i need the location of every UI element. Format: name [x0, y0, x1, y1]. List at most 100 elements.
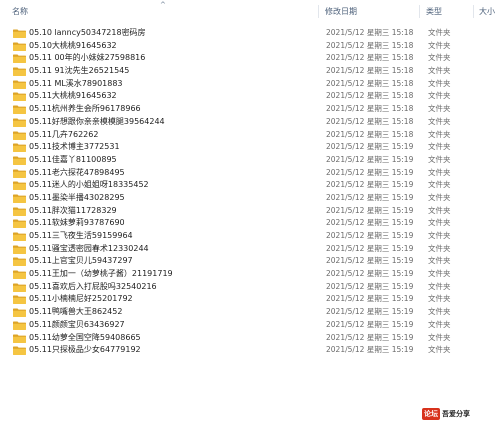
file-row[interactable]: 05.11几卉762262 2021/5/12 星期三 15:18 文件夹	[0, 129, 500, 142]
file-name[interactable]: 05.11墨染半播43028295	[29, 192, 125, 205]
file-row[interactable]: 05.11大桃桃91645632 2021/5/12 星期三 15:18 文件夹	[0, 90, 500, 103]
file-date: 2021/5/12 星期三 15:19	[326, 218, 414, 228]
file-row[interactable]: 05.11技术博主3772531 2021/5/12 星期三 15:19 文件夹	[0, 141, 500, 154]
file-row[interactable]: 05.11软妹萝莉93787690 2021/5/12 星期三 15:19 文件夹	[0, 217, 500, 230]
file-type: 文件夹	[428, 180, 451, 190]
file-date: 2021/5/12 星期三 15:18	[326, 104, 414, 114]
file-row[interactable]: 05.11小楠楠尼好25201792 2021/5/12 星期三 15:19 文件夹	[0, 293, 500, 306]
column-header-size[interactable]: 大小	[479, 6, 495, 17]
file-row[interactable]: 05.11胖次猫11728329 2021/5/12 星期三 15:19 文件夹	[0, 205, 500, 218]
file-name[interactable]: 05.11只探极品少女64779192	[29, 344, 141, 357]
file-name[interactable]: 05.11迷人的小姐姐呀18335452	[29, 179, 149, 192]
file-date: 2021/5/12 星期三 15:19	[326, 294, 414, 304]
file-row[interactable]: 05.11 91沈先生26521545 2021/5/12 星期三 15:18 文件…	[0, 65, 500, 78]
file-name[interactable]: 05.11佳嘉丫81100895	[29, 154, 117, 167]
folder-icon	[13, 143, 26, 153]
file-row[interactable]: 05.11骚宝透密园春术12330244 2021/5/12 星期三 15:19 文…	[0, 243, 500, 256]
file-date: 2021/5/12 星期三 15:19	[326, 256, 414, 266]
file-date: 2021/5/12 星期三 15:19	[326, 180, 414, 190]
column-divider[interactable]	[318, 5, 319, 18]
file-row[interactable]: 05.11三飞夜生活59159964 2021/5/12 星期三 15:19 文件夹	[0, 230, 500, 243]
file-row[interactable]: 05.11 00年的小妹妹27598816 2021/5/12 星期三 15:18…	[0, 52, 500, 65]
folder-icon	[13, 308, 26, 318]
file-date: 2021/5/12 星期三 15:19	[326, 231, 414, 240]
file-name[interactable]: 05.11王加一（幼萝桃子酱）21191719	[29, 268, 173, 281]
file-name[interactable]: 05.11鸭嘴兽大王862452	[29, 306, 122, 319]
column-header-name[interactable]: 名称	[12, 6, 28, 17]
file-type: 文件夹	[428, 192, 451, 202]
file-name[interactable]: 05.11几卉762262	[29, 129, 98, 142]
folder-icon	[13, 105, 26, 115]
column-divider[interactable]	[419, 5, 420, 18]
file-name[interactable]: 05.11 91沈先生26521545	[29, 65, 129, 78]
file-name[interactable]: 05.11喜欢后入打屁股吗32540216	[29, 281, 157, 294]
file-row[interactable]: 05.11只探极品少女64779192 2021/5/12 星期三 15:19 文件…	[0, 344, 500, 357]
file-type: 文件夹	[428, 129, 451, 139]
file-row[interactable]: 05.11好想跟你亲亲模模腿39564244 2021/5/12 星期三 15:1…	[0, 116, 500, 129]
file-date: 2021/5/12 星期三 15:19	[326, 167, 414, 177]
file-name[interactable]: 05.11技术博主3772531	[29, 141, 120, 154]
file-date: 2021/5/12 星期三 15:19	[326, 319, 414, 329]
file-name[interactable]: 05.11三飞夜生活59159964	[29, 230, 133, 243]
file-date: 2021/5/12 星期三 15:18	[326, 53, 414, 63]
folder-icon	[13, 181, 26, 191]
file-name[interactable]: 05.11胖次猫11728329	[29, 205, 117, 218]
file-name[interactable]: 05.11上官宝贝儿59437297	[29, 255, 133, 268]
file-row[interactable]: 05.11杭州养生会所96178966 2021/5/12 星期三 15:18 文件…	[0, 103, 500, 116]
folder-icon	[13, 29, 26, 38]
file-explorer: 名称 ^ 修改日期 类型 大小 05.10 lanncy50347218密码房 2…	[0, 0, 500, 425]
file-type: 文件夹	[428, 205, 451, 215]
file-row[interactable]: 05.11鸭嘴兽大王862452 2021/5/12 星期三 15:19 文件夹	[0, 306, 500, 319]
file-row[interactable]: 05.11幼萝全国空降59408665 2021/5/12 星期三 15:19 文件…	[0, 332, 500, 345]
file-row[interactable]: 05.11王加一（幼萝桃子酱）21191719 2021/5/12 星期三 15:…	[0, 268, 500, 281]
file-row[interactable]: 05.11老六探花47898495 2021/5/12 星期三 15:19 文件夹	[0, 167, 500, 180]
file-name[interactable]: 05.11幼萝全国空降59408665	[29, 332, 141, 345]
file-name[interactable]: 05.11软妹萝莉93787690	[29, 217, 125, 230]
column-header-date[interactable]: 修改日期	[325, 6, 357, 17]
file-row[interactable]: 05.11迷人的小姐姐呀18335452 2021/5/12 星期三 15:19 文…	[0, 179, 500, 192]
file-name[interactable]: 05.11颜颜宝贝63436927	[29, 319, 125, 332]
file-date: 2021/5/12 星期三 15:18	[326, 66, 414, 76]
file-row[interactable]: 05.11上官宝贝儿59437297 2021/5/12 星期三 15:19 文件夹	[0, 255, 500, 268]
file-row[interactable]: 05.11颜颜宝贝63436927 2021/5/12 星期三 15:19 文件夹	[0, 319, 500, 332]
file-date: 2021/5/12 星期三 15:18	[326, 78, 414, 88]
column-header-type[interactable]: 类型	[426, 6, 442, 17]
file-name[interactable]: 05.11大桃桃91645632	[29, 90, 117, 103]
file-name[interactable]: 05.11杭州养生会所96178966	[29, 103, 141, 116]
file-row[interactable]: 05.10 lanncy50347218密码房 2021/5/12 星期三 15:…	[0, 27, 500, 40]
file-date: 2021/5/12 星期三 15:19	[326, 345, 414, 355]
file-name[interactable]: 05.10 lanncy50347218密码房	[29, 27, 146, 40]
file-name[interactable]: 05.11好想跟你亲亲模模腿39564244	[29, 116, 165, 129]
file-row[interactable]: 05.11墨染半播43028295 2021/5/12 星期三 15:19 文件夹	[0, 192, 500, 205]
folder-icon	[13, 295, 26, 305]
folder-icon	[13, 156, 26, 165]
folder-icon	[13, 67, 26, 77]
column-divider[interactable]	[473, 5, 474, 18]
file-date: 2021/5/12 星期三 15:19	[326, 243, 414, 253]
file-name[interactable]: 05.11 00年的小妹妹27598816	[29, 52, 145, 65]
folder-icon	[13, 245, 26, 254]
file-name[interactable]: 05.11骚宝透密园春术12330244	[29, 243, 149, 256]
file-date: 2021/5/12 星期三 15:19	[326, 192, 414, 202]
file-type: 文件夹	[428, 243, 451, 253]
file-row[interactable]: 05.11佳嘉丫81100895 2021/5/12 星期三 15:19 文件夹	[0, 154, 500, 167]
file-type: 文件夹	[428, 40, 451, 50]
sort-ascending-icon: ^	[160, 1, 166, 9]
file-type: 文件夹	[428, 53, 451, 63]
folder-icon	[13, 334, 26, 343]
file-date: 2021/5/12 星期三 15:18	[326, 129, 414, 139]
file-name[interactable]: 05.10大桃桃91645632	[29, 40, 117, 53]
file-row[interactable]: 05.11喜欢后入打屁股吗32540216 2021/5/12 星期三 15:19…	[0, 281, 500, 294]
folder-icon	[13, 54, 26, 64]
file-date: 2021/5/12 星期三 15:18	[326, 40, 414, 50]
file-row[interactable]: 05.10大桃桃91645632 2021/5/12 星期三 15:18 文件夹	[0, 40, 500, 53]
file-date: 2021/5/12 星期三 15:19	[326, 332, 414, 342]
file-type: 文件夹	[428, 66, 451, 76]
folder-icon	[13, 42, 26, 51]
file-name[interactable]: 05.11 ML溪水78901883	[29, 78, 123, 91]
file-row[interactable]: 05.11 ML溪水78901883 2021/5/12 星期三 15:18 文件夹	[0, 78, 500, 91]
file-type: 文件夹	[428, 281, 451, 291]
folder-icon	[13, 131, 26, 140]
file-name[interactable]: 05.11老六探花47898495	[29, 167, 125, 180]
file-name[interactable]: 05.11小楠楠尼好25201792	[29, 293, 133, 306]
